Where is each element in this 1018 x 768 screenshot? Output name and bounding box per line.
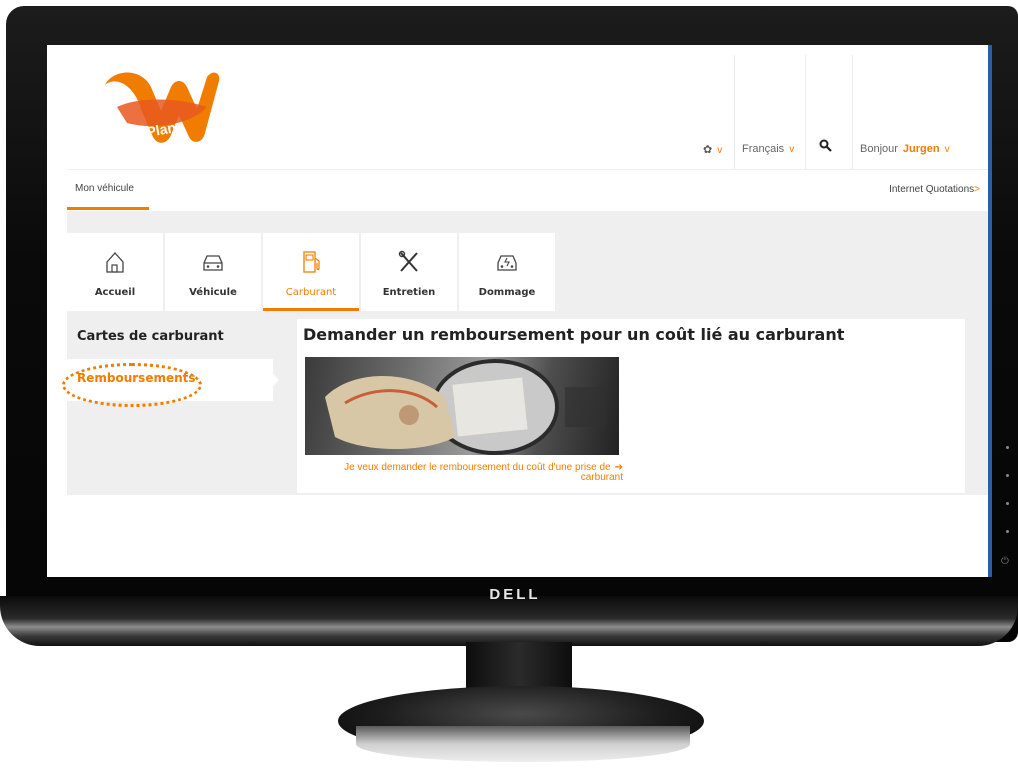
chevron-down-icon: v <box>717 145 723 156</box>
language-select[interactable]: Français v <box>742 143 794 155</box>
highlight-annotation <box>62 363 202 407</box>
nav-item-cartes-de-carburant[interactable]: Cartes de carburant <box>77 329 224 344</box>
tab-mon-vehicule[interactable]: Mon véhicule <box>67 170 149 210</box>
tab-label: Véhicule <box>189 287 237 298</box>
tab-accueil[interactable]: Accueil <box>67 233 163 311</box>
fuel-pump-icon <box>303 251 320 273</box>
monitor-button-dot <box>1006 446 1009 449</box>
car-icon <box>203 255 223 271</box>
monitor-bezel-rim <box>0 596 1018 646</box>
screen: LeasePlan ✿ v Français v Bonjour Jurgen v Mo… <box>47 45 992 577</box>
monitor-button-dot <box>1006 502 1009 505</box>
fuel-cap-photo <box>325 359 605 455</box>
tab-label: Dommage <box>478 287 536 298</box>
user-name: Jurgen <box>902 143 940 155</box>
header-divider <box>734 55 735 171</box>
chevron-down-icon: v <box>944 144 950 155</box>
fuel-reimbursement-image[interactable] <box>305 357 619 455</box>
tab-label: Entretien <box>382 287 436 298</box>
gear-icon: ✿ <box>703 144 713 156</box>
home-icon <box>106 252 124 273</box>
user-menu[interactable]: Bonjour Jurgen v <box>860 143 950 155</box>
greeting-text: Bonjour <box>860 143 898 155</box>
tab-label: Accueil <box>94 287 136 298</box>
monitor-button-dot <box>1006 474 1009 477</box>
tab-dommage[interactable]: Dommage <box>459 233 555 311</box>
left-navigation: Cartes de carburant Remboursements <box>62 319 293 495</box>
page-title: Demander un remboursement pour un coût l… <box>303 325 845 344</box>
search-button[interactable] <box>819 139 833 156</box>
monitor-stand-base <box>356 726 690 762</box>
language-label: Français <box>742 143 785 155</box>
top-right-bar: ✿ v Français v Bonjour Jurgen v <box>697 55 988 171</box>
tab-label: Carburant <box>285 287 337 298</box>
power-icon: ⏻ <box>1001 556 1009 567</box>
link-line-2: carburant <box>580 472 623 483</box>
chevron-right-icon: > <box>974 184 980 195</box>
settings-menu[interactable]: ✿ v <box>703 143 722 156</box>
monitor-brand-logo: DELL <box>489 586 541 603</box>
damaged-car-icon <box>497 255 517 271</box>
reimbursement-request-link[interactable]: Je veux demander le remboursement du coû… <box>307 463 623 483</box>
chevron-down-icon: v <box>789 144 795 155</box>
tab-vehicule[interactable]: Véhicule <box>165 233 261 311</box>
header-divider <box>852 55 853 171</box>
content-panel: Demander un remboursement pour un coût l… <box>297 319 965 493</box>
monitor-button-dot <box>1006 530 1009 533</box>
tab-entretien[interactable]: Entretien <box>361 233 457 311</box>
search-icon <box>819 139 832 152</box>
tools-icon <box>398 250 418 272</box>
internet-quotations-link[interactable]: Internet Quotations> <box>889 184 980 195</box>
sub-navigation: Mon véhicule Internet Quotations> <box>67 169 988 212</box>
link-line-1: Je veux demander le remboursement du coû… <box>344 462 611 473</box>
header-divider <box>805 55 806 171</box>
internet-quotations-label: Internet Quotations <box>889 184 975 195</box>
tab-carburant[interactable]: Carburant <box>263 233 359 311</box>
